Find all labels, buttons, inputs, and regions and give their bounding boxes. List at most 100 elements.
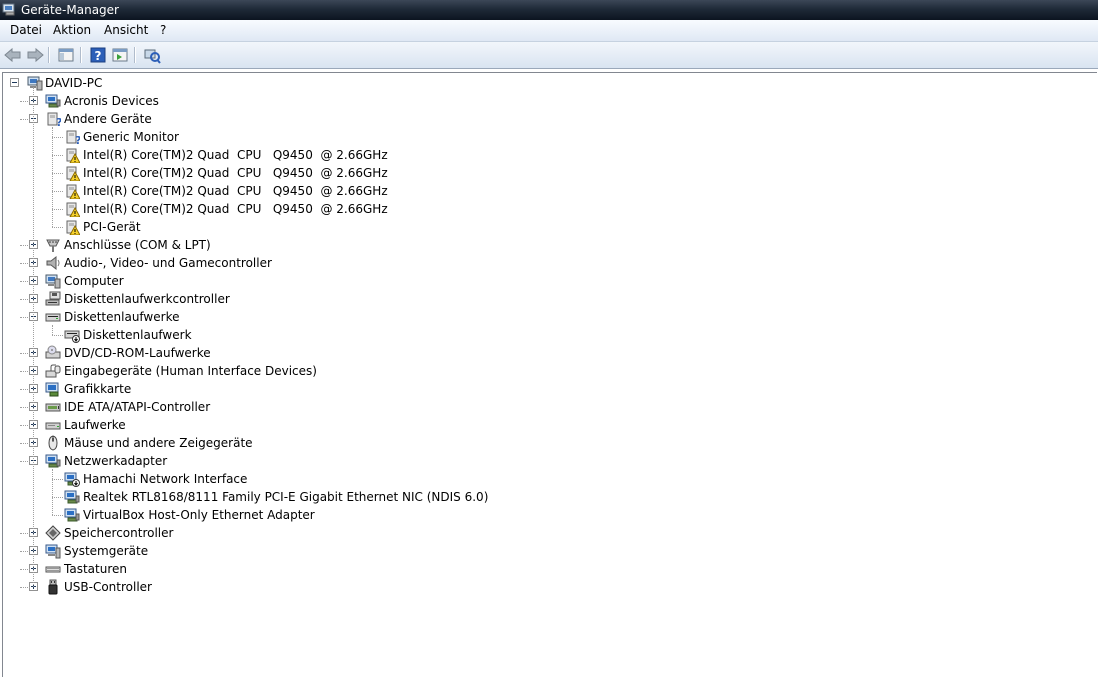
tree-item-label[interactable]: Diskettenlaufwerkcontroller (64, 290, 230, 308)
tree-item-label[interactable]: DVD/CD-ROM-Laufwerke (64, 344, 211, 362)
tree-connector-line (20, 587, 30, 589)
tree-device-realtek-rtl8168-8111-family-pci-e-gigabit-ethernet-nic-ndis-6-0[interactable]: Realtek RTL8168/8111 Family PCI-E Gigabi… (3, 488, 703, 506)
tree-category-dvd-cd-rom-laufwerke[interactable]: DVD/CD-ROM-Laufwerke (3, 344, 703, 362)
tree-connector-line (33, 87, 35, 587)
help-icon[interactable]: ? (88, 45, 108, 65)
tree-category-ide-ata-atapi-controller[interactable]: IDE ATA/ATAPI-Controller (3, 398, 703, 416)
tree-item-label[interactable]: Generic Monitor (83, 128, 179, 146)
tree-connector-line (20, 353, 30, 355)
collapse-toggle[interactable] (10, 78, 19, 87)
menu-help[interactable]: ? (159, 23, 167, 38)
tree-item-label[interactable]: Diskettenlaufwerk (83, 326, 192, 344)
network-adapter-icon (45, 453, 61, 469)
floppy-drive-icon (45, 309, 61, 325)
tree-category-andere-ger-te[interactable]: ?Andere Geräte (3, 110, 703, 128)
warning-device-icon (64, 183, 80, 199)
tree-connector-line (20, 461, 30, 463)
tree-category-laufwerke[interactable]: Laufwerke (3, 416, 703, 434)
tree-root-david-pc[interactable]: DAVID-PC (3, 74, 403, 92)
tree-connector-line (52, 469, 54, 515)
tree-root-label[interactable]: DAVID-PC (45, 74, 102, 92)
port-icon (45, 237, 61, 253)
tree-device-intel-r-core-tm-2-quad-cpu-q9450-2-66ghz[interactable]: Intel(R) Core(TM)2 Quad CPU Q9450 @ 2.66… (3, 146, 703, 164)
tree-connector-line (20, 443, 30, 445)
usb-icon (45, 579, 61, 595)
unknown-device-icon: ? (64, 129, 80, 145)
toolbar-separator (80, 47, 82, 63)
toolbar-separator (48, 47, 50, 63)
menu-ansicht[interactable]: Ansicht (103, 23, 149, 38)
tree-item-label[interactable]: Hamachi Network Interface (83, 470, 247, 488)
back-arrow-icon[interactable] (3, 45, 23, 65)
show-hide-console-tree-icon[interactable] (56, 45, 76, 65)
network-adapter-disabled-icon (64, 471, 80, 487)
tree-category-systemger-te[interactable]: Systemgeräte (3, 542, 703, 560)
tree-category-eingabeger-te-human-interface-devices[interactable]: Eingabegeräte (Human Interface Devices) (3, 362, 703, 380)
tree-category-m-use-und-andere-zeigeger-te[interactable]: Mäuse und andere Zeigegeräte (3, 434, 703, 452)
forward-arrow-icon[interactable] (25, 45, 45, 65)
tree-connector-line (20, 533, 30, 535)
device-manager-app-icon (2, 2, 17, 16)
tree-item-label[interactable]: PCI-Gerät (83, 218, 141, 236)
computer-icon (27, 75, 43, 91)
disk-drive-icon (45, 417, 61, 433)
tree-item-label[interactable]: Eingabegeräte (Human Interface Devices) (64, 362, 317, 380)
tree-connector-line (20, 119, 30, 121)
menu-aktion[interactable]: Aktion (52, 23, 92, 38)
tree-item-label[interactable]: Mäuse und andere Zeigegeräte (64, 434, 253, 452)
tree-item-label[interactable]: Intel(R) Core(TM)2 Quad CPU Q9450 @ 2.66… (83, 164, 388, 182)
tree-device-intel-r-core-tm-2-quad-cpu-q9450-2-66ghz[interactable]: Intel(R) Core(TM)2 Quad CPU Q9450 @ 2.66… (3, 200, 703, 218)
tree-category-netzwerkadapter[interactable]: Netzwerkadapter (3, 452, 703, 470)
tree-category-tastaturen[interactable]: Tastaturen (3, 560, 703, 578)
tree-category-audio-video-und-gamecontroller[interactable]: Audio-, Video- und Gamecontroller (3, 254, 703, 272)
tree-item-label[interactable]: Acronis Devices (64, 92, 159, 110)
tree-item-label[interactable]: Grafikkarte (64, 380, 131, 398)
tree-connector-line (20, 299, 30, 301)
svg-text:?: ? (95, 49, 102, 63)
tree-item-label[interactable]: Laufwerke (64, 416, 126, 434)
tree-category-usb-controller[interactable]: USB-Controller (3, 578, 703, 596)
tree-item-label[interactable]: USB-Controller (64, 578, 152, 596)
tree-item-label[interactable]: Computer (64, 272, 124, 290)
tree-category-diskettenlaufwerkcontroller[interactable]: Diskettenlaufwerkcontroller (3, 290, 703, 308)
tree-item-label[interactable]: Anschlüsse (COM & LPT) (64, 236, 211, 254)
network-adapter-icon (64, 507, 80, 523)
tree-category-diskettenlaufwerke[interactable]: Diskettenlaufwerke (3, 308, 703, 326)
tree-connector-line (20, 569, 30, 571)
tree-item-label[interactable]: Netzwerkadapter (64, 452, 167, 470)
tree-connector-line (20, 245, 30, 247)
scan-hardware-changes-icon[interactable] (142, 45, 162, 65)
tree-item-label[interactable]: Intel(R) Core(TM)2 Quad CPU Q9450 @ 2.66… (83, 146, 388, 164)
tree-category-speichercontroller[interactable]: Speichercontroller (3, 524, 703, 542)
tree-category-acronis-devices[interactable]: Acronis Devices (3, 92, 703, 110)
tree-item-label[interactable]: Speichercontroller (64, 524, 173, 542)
tree-item-label[interactable]: Intel(R) Core(TM)2 Quad CPU Q9450 @ 2.66… (83, 200, 388, 218)
tree-item-label[interactable]: VirtualBox Host-Only Ethernet Adapter (83, 506, 315, 524)
tree-item-label[interactable]: Audio-, Video- und Gamecontroller (64, 254, 272, 272)
tree-device-intel-r-core-tm-2-quad-cpu-q9450-2-66ghz[interactable]: Intel(R) Core(TM)2 Quad CPU Q9450 @ 2.66… (3, 164, 703, 182)
svg-text:?: ? (56, 116, 61, 127)
mouse-icon (45, 435, 61, 451)
tree-device-diskettenlaufwerk[interactable]: Diskettenlaufwerk (3, 326, 703, 344)
keyboard-icon (45, 561, 61, 577)
tree-item-label[interactable]: Andere Geräte (64, 110, 152, 128)
tree-category-computer[interactable]: Computer (3, 272, 703, 290)
tree-item-label[interactable]: Realtek RTL8168/8111 Family PCI-E Gigabi… (83, 488, 488, 506)
tree-connector-line (20, 281, 30, 283)
tree-device-intel-r-core-tm-2-quad-cpu-q9450-2-66ghz[interactable]: Intel(R) Core(TM)2 Quad CPU Q9450 @ 2.66… (3, 182, 703, 200)
tree-category-grafikkarte[interactable]: Grafikkarte (3, 380, 703, 398)
tree-item-label[interactable]: Tastaturen (64, 560, 127, 578)
device-tree[interactable]: DAVID-PCAcronis Devices?Andere Geräte?Ge… (2, 72, 1097, 677)
tree-item-label[interactable]: Intel(R) Core(TM)2 Quad CPU Q9450 @ 2.66… (83, 182, 388, 200)
tree-device-virtualbox-host-only-ethernet-adapter[interactable]: VirtualBox Host-Only Ethernet Adapter (3, 506, 703, 524)
tree-device-pci-ger-t[interactable]: PCI-Gerät (3, 218, 703, 236)
properties-icon[interactable] (110, 45, 130, 65)
menu-datei[interactable]: Datei (9, 23, 43, 38)
tree-device-generic-monitor[interactable]: ?Generic Monitor (3, 128, 703, 146)
hid-icon (45, 363, 61, 379)
tree-category-anschl-sse-com-lpt[interactable]: Anschlüsse (COM & LPT) (3, 236, 703, 254)
tree-device-hamachi-network-interface[interactable]: Hamachi Network Interface (3, 470, 703, 488)
tree-item-label[interactable]: Diskettenlaufwerke (64, 308, 179, 326)
tree-item-label[interactable]: IDE ATA/ATAPI-Controller (64, 398, 210, 416)
tree-item-label[interactable]: Systemgeräte (64, 542, 148, 560)
